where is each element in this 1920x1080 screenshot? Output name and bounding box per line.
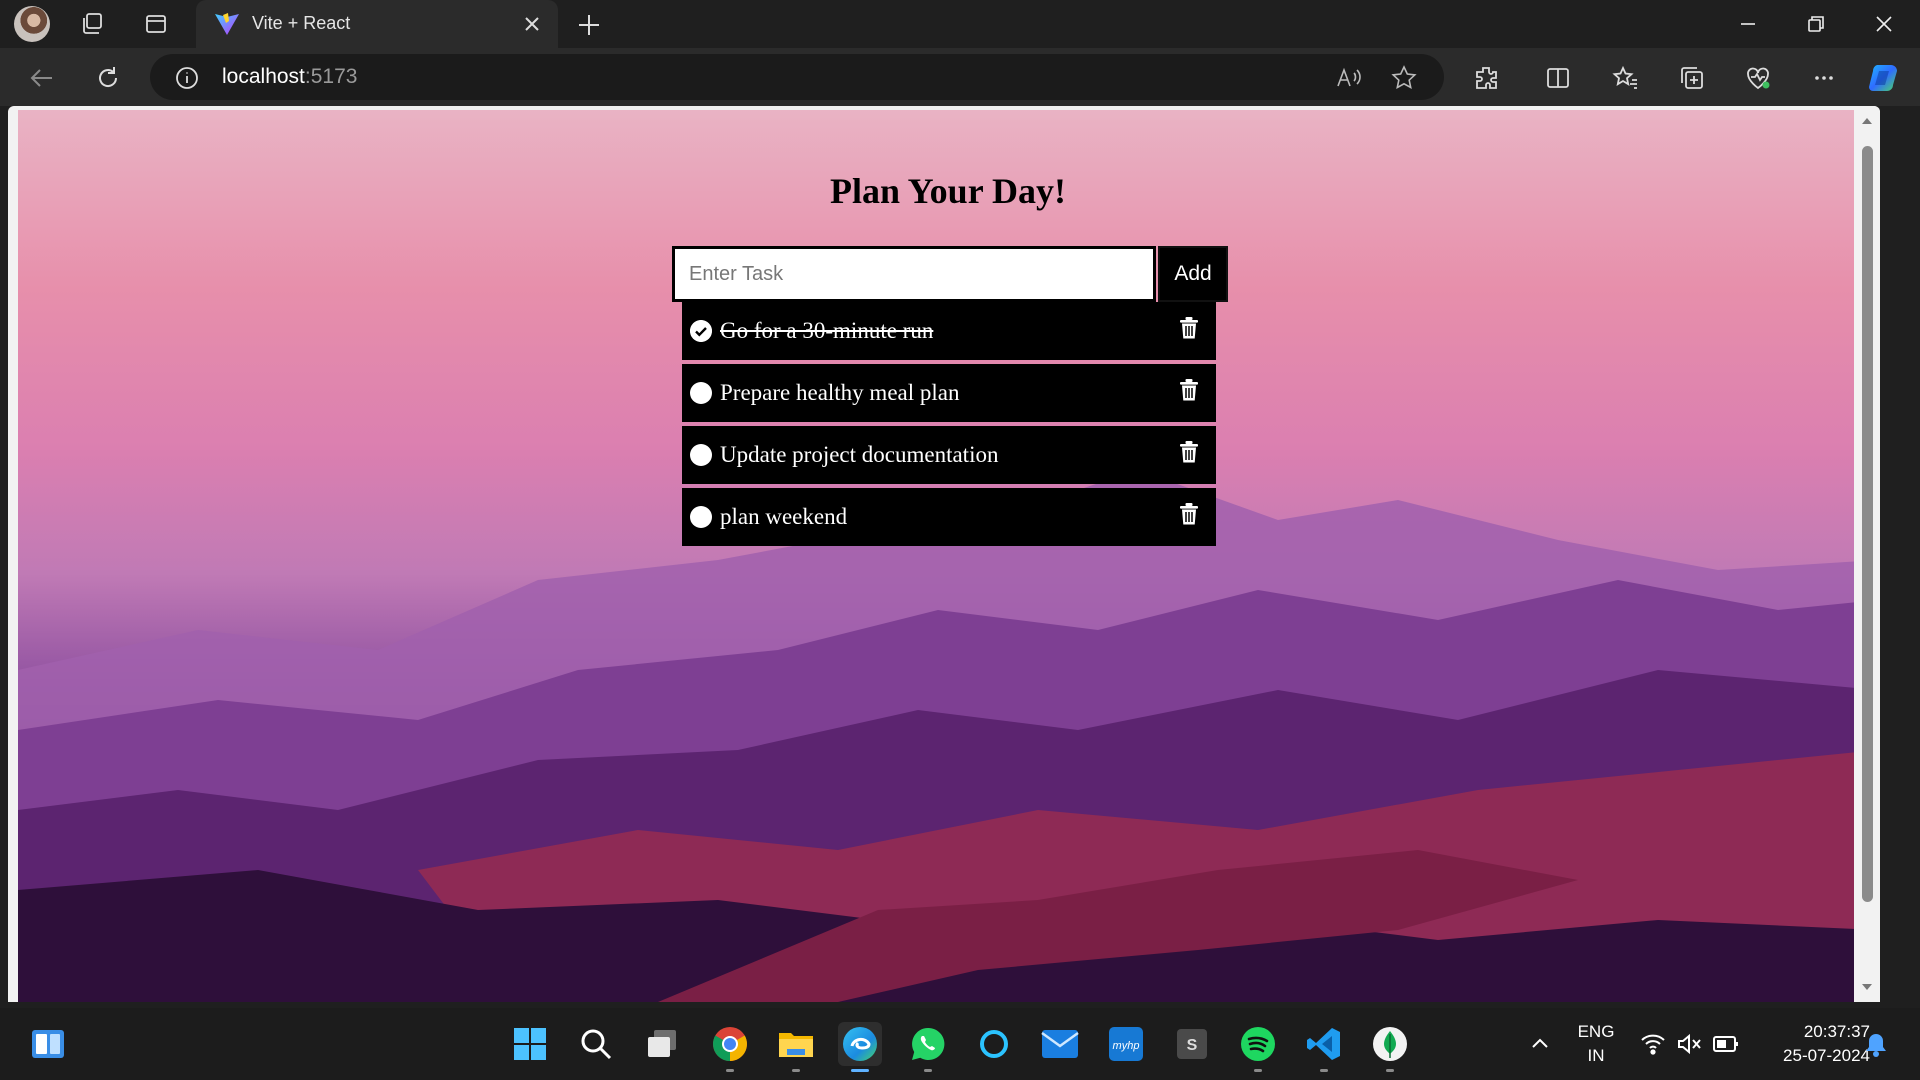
show-hidden-icons-chevron-icon[interactable] (1518, 1022, 1562, 1066)
search-icon[interactable] (574, 1022, 618, 1066)
spotify-icon[interactable] (1236, 1022, 1280, 1072)
page-title: Plan Your Day! (829, 171, 1067, 211)
site-info-icon[interactable] (174, 65, 200, 91)
whatsapp-icon[interactable] (906, 1022, 950, 1072)
edge-icon[interactable] (838, 1022, 882, 1072)
task-text: plan weekend (720, 504, 848, 529)
vscode-icon[interactable] (1302, 1022, 1346, 1072)
task-item: Go for a 30-minute run (682, 302, 1216, 360)
myhp-icon[interactable]: myhp (1104, 1022, 1148, 1066)
address-bar[interactable]: localhost:5173 (150, 54, 1444, 100)
input-language[interactable]: ENG IN (1574, 1022, 1618, 1066)
page-viewport: Plan Your Day! Add Go for a 30-minute ru… (8, 106, 1880, 1002)
back-icon[interactable] (24, 60, 60, 96)
windows-taskbar: myhp S ENG IN 20:37:37 25-07-2024 (0, 1008, 1920, 1080)
scroll-down-arrow-icon[interactable] (1860, 980, 1874, 994)
new-tab-icon[interactable] (574, 10, 604, 40)
mail-icon[interactable] (1038, 1022, 1082, 1066)
task-list: Go for a 30-minute run Prepare healthy m… (682, 302, 1216, 550)
browser-tab-active[interactable]: Vite + React (196, 0, 558, 48)
vertical-scrollbar[interactable] (1854, 106, 1880, 1002)
close-tab-icon[interactable] (520, 12, 544, 36)
task-item: Prepare healthy meal plan (682, 364, 1216, 422)
unchecked-circle-icon[interactable] (690, 382, 712, 404)
task-view-icon[interactable] (640, 1022, 684, 1066)
mongodb-compass-icon[interactable] (1368, 1022, 1412, 1072)
scroll-up-arrow-icon[interactable] (1860, 114, 1874, 128)
extensions-icon[interactable] (1468, 60, 1504, 96)
notification-bell-icon[interactable] (1864, 1032, 1888, 1058)
refresh-icon[interactable] (90, 60, 126, 96)
scrollbar-thumb[interactable] (1862, 146, 1873, 902)
vite-logo-icon (215, 13, 239, 35)
read-aloud-icon[interactable] (1334, 64, 1362, 92)
svg-text:myhp: myhp (1113, 1040, 1140, 1052)
unchecked-circle-icon[interactable] (690, 444, 712, 466)
tab-title: Vite + React (252, 13, 351, 33)
cortana-icon[interactable] (972, 1022, 1016, 1066)
battery-icon[interactable] (1712, 1034, 1740, 1054)
task-text: Prepare healthy meal plan (720, 380, 960, 405)
copilot-icon[interactable] (1866, 60, 1902, 96)
task-input[interactable] (672, 246, 1156, 302)
unchecked-circle-icon[interactable] (690, 506, 712, 528)
task-text: Update project documentation (720, 442, 999, 467)
file-explorer-icon[interactable] (774, 1022, 818, 1072)
workspaces-icon[interactable] (76, 8, 108, 40)
svg-text:S: S (1187, 1037, 1198, 1054)
browser-toolbar: localhost:5173 (0, 48, 1920, 106)
wifi-icon[interactable] (1640, 1032, 1666, 1056)
trash-icon[interactable] (1178, 378, 1200, 402)
favorite-star-icon[interactable] (1390, 64, 1418, 92)
split-screen-icon[interactable] (1540, 60, 1576, 96)
chrome-icon[interactable] (708, 1022, 752, 1072)
add-task-button[interactable]: Add (1158, 246, 1228, 302)
tab-actions-icon[interactable] (140, 8, 172, 40)
start-windows-icon[interactable] (508, 1022, 552, 1066)
collections-icon[interactable] (1674, 60, 1710, 96)
task-item: Update project documentation (682, 426, 1216, 484)
close-window-icon[interactable] (1860, 8, 1908, 40)
restore-icon[interactable] (1792, 8, 1840, 40)
trash-icon[interactable] (1178, 440, 1200, 464)
app-s-icon[interactable]: S (1170, 1022, 1214, 1066)
minimize-icon[interactable] (1724, 8, 1772, 40)
checked-circle-icon[interactable] (690, 320, 712, 342)
trash-icon[interactable] (1178, 316, 1200, 340)
task-text: Go for a 30-minute run (720, 318, 934, 343)
widgets-icon[interactable] (26, 1022, 70, 1066)
url-text[interactable]: localhost:5173 (222, 65, 357, 89)
todo-app-page: Plan Your Day! Add Go for a 30-minute ru… (18, 110, 1878, 1002)
title-bar: Vite + React (0, 0, 1920, 48)
more-options-icon[interactable] (1806, 60, 1842, 96)
trash-icon[interactable] (1178, 502, 1200, 526)
profile-avatar[interactable] (14, 6, 50, 42)
browser-essentials-icon[interactable] (1740, 60, 1776, 96)
task-item: plan weekend (682, 488, 1216, 546)
mountain-background (18, 470, 1878, 1002)
volume-muted-icon[interactable] (1676, 1032, 1702, 1056)
clock[interactable]: 20:37:37 25-07-2024 (1758, 1022, 1870, 1066)
favorites-icon[interactable] (1608, 60, 1644, 96)
